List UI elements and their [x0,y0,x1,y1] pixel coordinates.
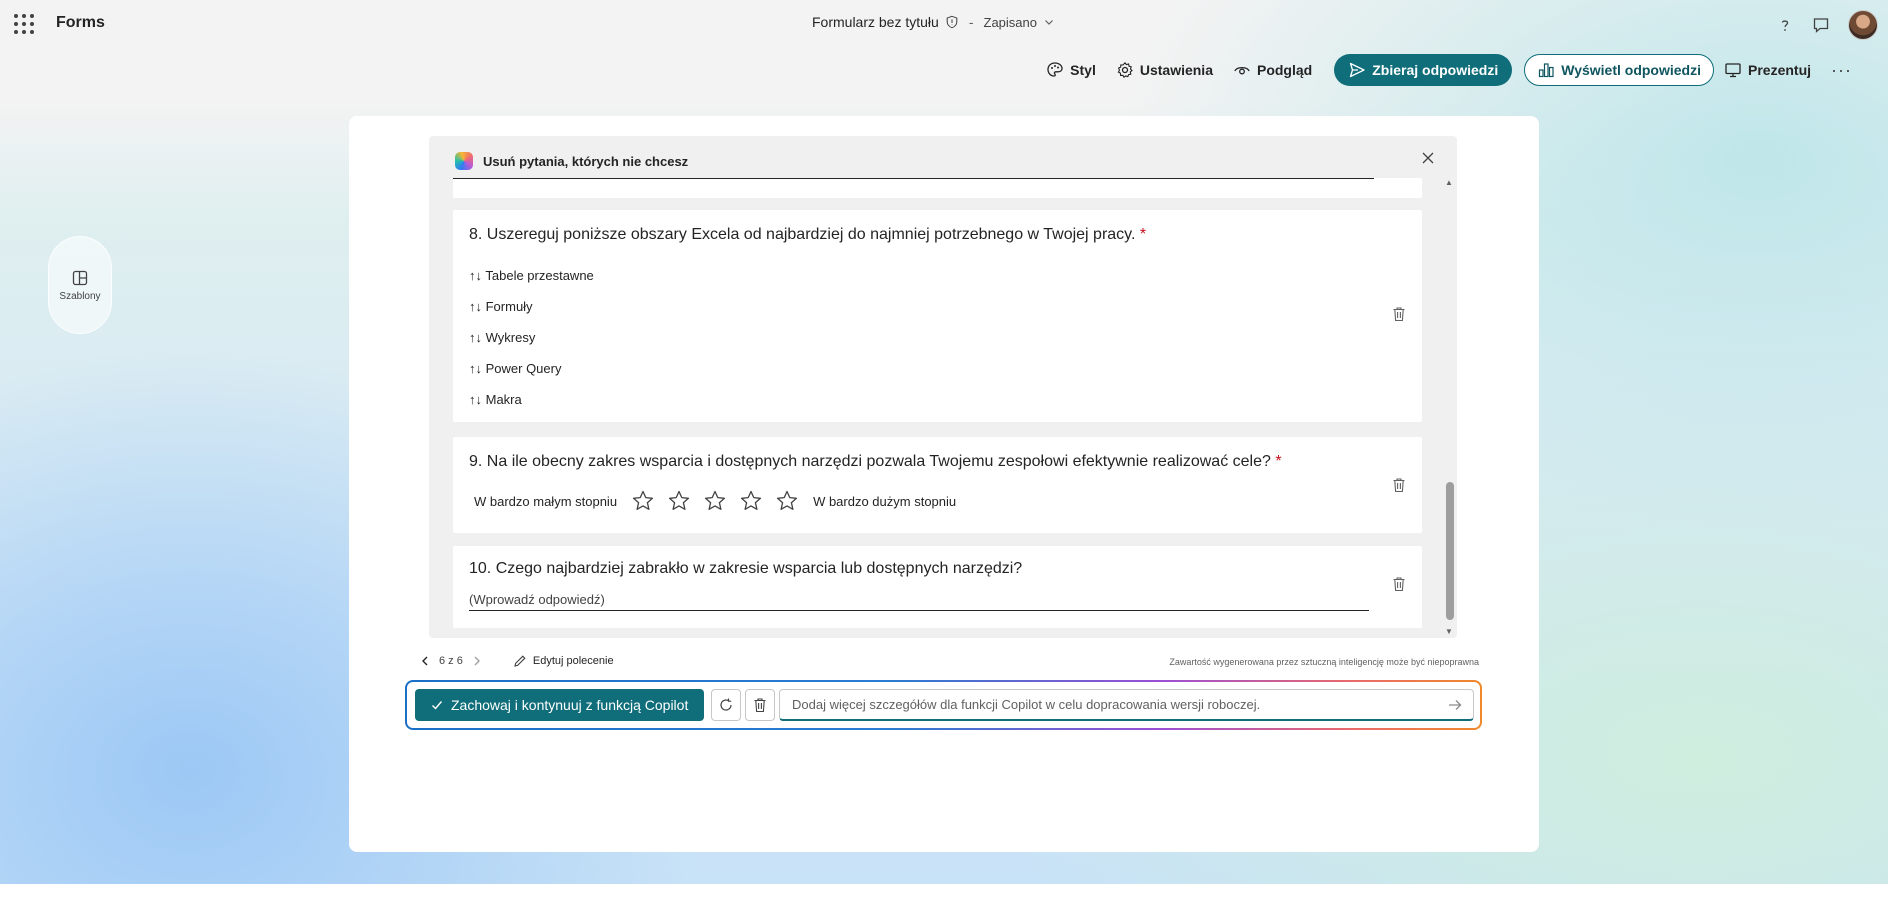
question-card-10[interactable]: 10. Czego najbardziej zabrakło w zakresi… [453,546,1422,628]
copilot-prompt-bar: Zachowaj i kontynuuj z funkcją Copilot [405,680,1482,730]
title-separator: - [968,14,974,30]
question-title: 10. Czego najbardziej zabrakło w zakresi… [469,560,1023,577]
copilot-icon [455,152,473,170]
chart-icon [1537,61,1555,79]
keep-and-continue-label: Zachowaj i kontynuuj z funkcją Copilot [451,697,689,713]
main-toolbar: Styl Ustawienia Podgląd Zbieraj odpowied… [1036,54,1852,86]
palette-icon [1046,61,1064,79]
panel-scrollbar[interactable]: ▲ ▼ [1445,178,1455,636]
prompt-bar-inner: Zachowaj i kontynuuj z funkcją Copilot [407,682,1480,728]
send-icon [1348,61,1366,79]
eye-icon [1233,61,1251,79]
rating-low-label: W bardzo małym stopniu [474,493,618,509]
templates-button[interactable]: Szablony [48,236,112,334]
view-responses-label: Wyświetl odpowiedzi [1561,62,1701,78]
chevron-left-icon[interactable] [419,655,431,667]
present-button[interactable]: Prezentuj [1714,54,1821,86]
ranking-item[interactable]: ↑↓ Power Query [469,361,561,376]
star-icon[interactable] [631,489,655,513]
waffle-icon[interactable] [14,14,34,34]
rating-high-label: W bardzo dużym stopniu [813,493,957,509]
shield-icon[interactable] [945,15,959,29]
trash-icon[interactable] [1392,576,1406,592]
ranking-item[interactable]: ↑↓ Makra [469,392,522,407]
feedback-icon[interactable] [1812,16,1830,34]
present-icon [1724,61,1742,79]
gear-icon [1116,61,1134,79]
preview-label: Podgląd [1256,62,1313,78]
top-bar: Forms Formularz bez tytułu - Zapisano [0,0,1888,48]
previous-question-fragment [453,178,1422,198]
avatar[interactable] [1848,10,1878,40]
style-button[interactable]: Styl [1036,54,1106,86]
templates-label: Szablony [59,290,101,302]
edit-prompt-button[interactable]: Edytuj polecenie [513,654,614,668]
scroll-down-arrow[interactable]: ▼ [1445,627,1453,636]
question-card-8[interactable]: 8. Uszereguj poniższe obszary Excela od … [453,210,1422,422]
trash-icon[interactable] [1392,306,1406,322]
form-card: Usuń pytania, których nie chcesz 8. Usze… [349,116,1539,852]
settings-button[interactable]: Ustawienia [1106,54,1223,86]
rating-scale: W bardzo małym stopniu W bardzo dużym st… [474,489,956,513]
scroll-up-arrow[interactable]: ▲ [1445,178,1453,187]
panel-header: Usuń pytania, których nie chcesz [455,152,688,170]
top-right-actions [1776,10,1878,40]
collect-responses-label: Zbieraj odpowiedzi [1372,62,1499,78]
templates-icon [71,269,89,287]
settings-label: Ustawienia [1139,62,1213,78]
panel-heading: Usuń pytania, których nie chcesz [483,153,689,169]
document-title[interactable]: Formularz bez tytułu [812,14,939,30]
question-title: 9. Na ile obecny zakres wsparcia i dostę… [469,453,1282,470]
close-icon[interactable] [1421,151,1435,165]
arrow-right-icon[interactable] [1447,697,1463,713]
refresh-icon [718,697,734,713]
more-options-button[interactable]: ··· [1831,60,1852,81]
required-mark: * [1275,453,1282,470]
question-title: 8. Uszereguj poniższe obszary Excela od … [469,226,1147,243]
chevron-down-icon[interactable] [1043,16,1055,28]
style-label: Styl [1070,62,1096,78]
rating-stars [631,489,799,513]
present-label: Prezentuj [1748,62,1812,78]
regenerate-button[interactable] [711,689,741,721]
ai-disclaimer: Zawartość wygenerowana przez sztuczną in… [1169,657,1479,667]
preview-button[interactable]: Podgląd [1223,54,1322,86]
required-mark: * [1139,226,1147,243]
prompt-input[interactable] [790,696,1447,713]
draft-counter: 6 z 6 [439,655,463,667]
star-icon[interactable] [667,489,691,513]
scrollbar-thumb[interactable] [1446,482,1454,620]
view-responses-button[interactable]: Wyświetl odpowiedzi [1524,54,1714,86]
edit-prompt-label: Edytuj polecenie [532,655,614,667]
help-icon[interactable] [1776,16,1794,34]
chevron-right-icon[interactable] [471,655,483,667]
answer-field[interactable]: (Wprowadź odpowiedź) [469,592,1369,611]
copilot-draft-panel: Usuń pytania, których nie chcesz 8. Usze… [429,136,1457,638]
prompt-input-box [779,689,1474,721]
ranking-item[interactable]: ↑↓ Tabele przestawne [469,268,594,283]
trash-icon [753,697,767,713]
app-name[interactable]: Forms [56,14,105,32]
ranking-item[interactable]: ↑↓ Wykresy [469,330,535,345]
pencil-icon [513,654,527,668]
question-card-9[interactable]: 9. Na ile obecny zakres wsparcia i dostę… [453,437,1422,533]
star-icon[interactable] [775,489,799,513]
ranking-item[interactable]: ↑↓ Formuły [469,299,533,314]
document-title-area[interactable]: Formularz bez tytułu - Zapisano [812,14,1055,30]
check-icon [431,699,443,711]
save-status[interactable]: Zapisano [984,15,1037,30]
draft-navigation: 6 z 6 Edytuj polecenie Zawartość wygener… [419,654,1479,672]
trash-icon[interactable] [1392,477,1406,493]
discard-button[interactable] [745,689,775,721]
keep-and-continue-button[interactable]: Zachowaj i kontynuuj z funkcją Copilot [415,689,705,721]
star-icon[interactable] [739,489,763,513]
star-icon[interactable] [703,489,727,513]
bottom-strip [0,884,1888,917]
collect-responses-button[interactable]: Zbieraj odpowiedzi [1334,54,1513,86]
